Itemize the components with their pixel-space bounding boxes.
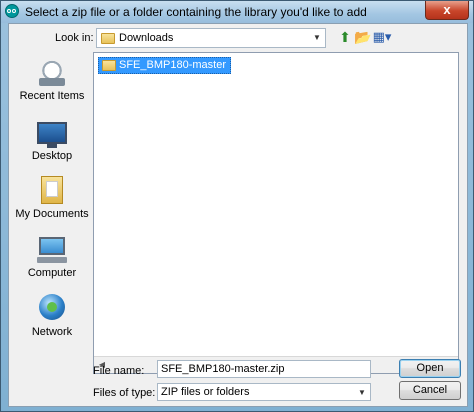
close-button[interactable]: x	[425, 1, 469, 20]
place-desktop[interactable]: Desktop	[15, 116, 89, 174]
up-one-level-icon[interactable]: ⬆	[337, 29, 353, 45]
look-in-combo[interactable]: Downloads ▼	[96, 28, 326, 48]
place-my-documents[interactable]: My Documents	[15, 174, 89, 232]
place-label: Desktop	[31, 150, 73, 162]
network-icon	[39, 294, 65, 320]
folder-icon	[101, 33, 115, 44]
files-of-type-combo[interactable]: ZIP files or folders ▼	[157, 383, 371, 401]
look-in-value: Downloads	[119, 32, 174, 44]
files-of-type-value: ZIP files or folders	[161, 386, 250, 398]
file-item-name: SFE_BMP180-master	[119, 59, 226, 71]
place-recent-items[interactable]: Recent Items	[15, 56, 89, 114]
arduino-app-icon	[5, 4, 19, 18]
my-documents-icon	[41, 176, 63, 204]
place-label: Recent Items	[19, 90, 85, 102]
title-bar[interactable]: Select a zip file or a folder containing…	[1, 1, 473, 23]
place-computer[interactable]: Computer	[15, 233, 89, 291]
desktop-icon	[37, 122, 67, 148]
new-folder-icon[interactable]: 📂	[354, 29, 371, 45]
place-label: Network	[31, 326, 73, 338]
open-button[interactable]: Open	[399, 359, 461, 378]
chevron-down-icon[interactable]: ▼	[309, 29, 325, 47]
recent-items-icon	[37, 58, 67, 86]
place-label: Computer	[27, 267, 77, 279]
dialog-title: Select a zip file or a folder containing…	[25, 5, 367, 19]
places-sidebar: Recent Items Desktop My Documents Comput…	[15, 56, 89, 372]
file-list-item[interactable]: SFE_BMP180-master	[98, 57, 231, 74]
computer-icon	[37, 237, 67, 263]
file-name-field[interactable]: SFE_BMP180-master.zip	[157, 360, 371, 378]
file-name-label: File name:	[93, 365, 145, 377]
files-of-type-label: Files of type:	[93, 387, 156, 399]
file-list[interactable]: SFE_BMP180-master ◀ ▶	[93, 52, 459, 374]
cancel-button[interactable]: Cancel	[399, 381, 461, 400]
place-network[interactable]: Network	[15, 292, 89, 350]
look-in-label: Look in:	[55, 32, 94, 44]
place-label: My Documents	[15, 208, 89, 220]
dialog-body: Look in: Downloads ▼ ⬆ 📂 ▦▾ Recent Items…	[8, 23, 468, 407]
folder-icon	[102, 60, 116, 71]
view-menu-icon[interactable]: ▦▾	[371, 29, 393, 45]
file-chooser-dialog: Select a zip file or a folder containing…	[0, 0, 474, 412]
chevron-down-icon[interactable]: ▼	[354, 384, 370, 400]
